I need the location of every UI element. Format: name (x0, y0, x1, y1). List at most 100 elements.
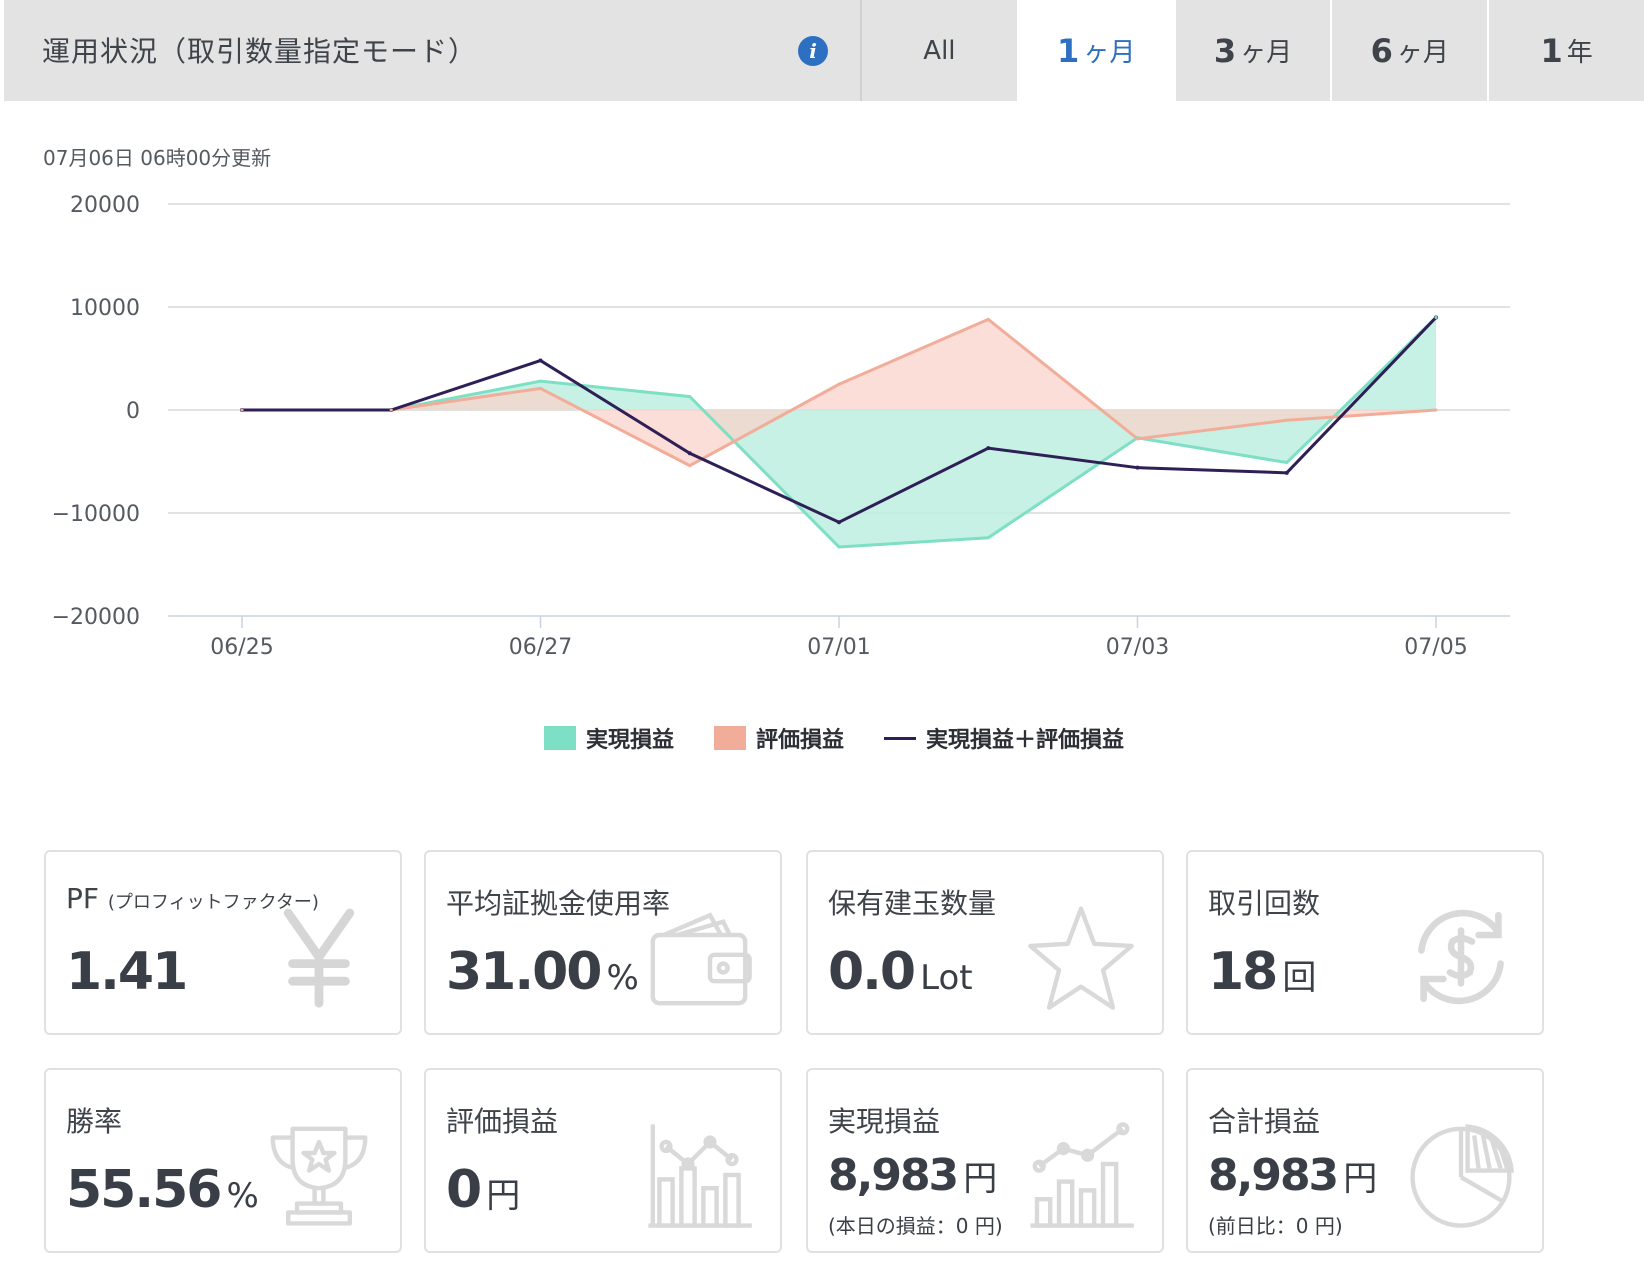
wallet-icon (650, 912, 752, 1006)
point-unrealized (1136, 437, 1139, 441)
tab-1-year[interactable]: 1年 (1487, 0, 1644, 101)
x-tick-label: 06/25 (210, 635, 273, 660)
stat-value-number: 0.0 (828, 942, 916, 1002)
point-unrealized (240, 408, 244, 412)
stat-label: 評価損益 (446, 1105, 559, 1138)
point-total (1284, 470, 1289, 475)
stat-label: 平均証拠金使用率 (446, 887, 671, 920)
stat-value-number: 0 (446, 1160, 482, 1220)
x-tick-label: 07/03 (1106, 635, 1169, 660)
stat-label-text: PF (66, 882, 99, 915)
tab-3-months[interactable]: 3 ヶ月 (1173, 0, 1331, 101)
panel-header: 運用状況（取引数量指定モード） i All 1 ヶ月 3 ヶ月 6 ヶ月 1年 (4, 0, 1644, 101)
point-unrealized (688, 464, 692, 468)
legend-label: 実現損益＋評価損益 (926, 728, 1125, 753)
stat-note: (本日の損益：0 円) (828, 1214, 1003, 1238)
point-realized (986, 536, 990, 540)
tab-unit: ヶ月 (1396, 38, 1449, 68)
point-realized (688, 395, 692, 399)
stat-value: 0.0 Lot (828, 942, 973, 1002)
performance-panel: 運用状況（取引数量指定モード） i All 1 ヶ月 3 ヶ月 6 ヶ月 1年 07月… (4, 0, 1644, 1266)
stat-label: 実現損益 (828, 1105, 941, 1138)
point-unrealized (1434, 408, 1438, 412)
point-unrealized (837, 382, 841, 386)
y-tick-label: 0 (126, 399, 140, 424)
y-tick-label: −10000 (52, 502, 140, 527)
y-tick-label: 10000 (70, 296, 140, 321)
stat-card-realized-pnl: 実現損益 8,983 円 (本日の損益：0 円) (806, 1068, 1164, 1253)
point-realized (1285, 461, 1289, 465)
stat-note: (前日比：0 円) (1208, 1214, 1343, 1238)
stat-card-total-pnl: 合計損益 8,983 円 (前日比：0 円) (1186, 1068, 1544, 1253)
stat-card-trade-count: 取引回数 18 回 (1186, 850, 1544, 1035)
tab-unit: ヶ月 (1083, 38, 1136, 68)
legend-unrealized[interactable]: 評価損益 (713, 722, 844, 754)
star-icon (1028, 906, 1134, 1010)
stat-value-number: 55.56 (66, 1160, 222, 1220)
point-realized (837, 545, 841, 549)
legend-swatch-realized (543, 726, 576, 750)
point-total (837, 520, 841, 525)
stat-value-number: 1.41 (66, 942, 188, 1002)
tab-1-month[interactable]: 1 ヶ月 (1016, 0, 1174, 101)
point-total (687, 451, 692, 456)
pie-chart-icon (1410, 1124, 1515, 1228)
legend-label: 評価損益 (755, 728, 844, 753)
page-title: 運用状況（取引数量指定モード） (42, 35, 478, 68)
stat-value-number: 8,983 (1208, 1150, 1339, 1201)
growth-chart-icon (1030, 1122, 1134, 1228)
tab-number: 6 (1370, 31, 1393, 70)
yen-icon (283, 908, 355, 1008)
stat-value: 8,983 円 (1208, 1150, 1377, 1201)
stat-label: 合計損益 (1208, 1105, 1321, 1138)
tab-unit: ヶ月 (1240, 38, 1293, 68)
trophy-icon (270, 1126, 368, 1226)
stat-value: 31.00% (446, 942, 639, 1002)
stat-value: 8,983 円 (828, 1150, 997, 1201)
point-unrealized (539, 386, 542, 390)
point-realized (1434, 315, 1438, 319)
point-unrealized (389, 408, 393, 412)
stat-label: 取引回数 (1208, 887, 1321, 920)
legend-swatch-unrealized (713, 726, 746, 750)
stat-value-number: 8,983 (828, 1150, 959, 1201)
x-tick-label: 07/05 (1404, 635, 1467, 660)
pnl-chart: 20000 10000 0 −10000 −20000 06/25 06/27 07/01 07… (4, 180, 1644, 770)
stat-value-number: 31.00 (446, 942, 602, 1002)
stat-value: 0円 (446, 1160, 520, 1220)
info-icon[interactable]: i (798, 36, 828, 66)
point-total (538, 358, 543, 363)
legend-total[interactable]: 実現損益＋評価損益 (884, 722, 1124, 754)
stat-unit: % (606, 958, 639, 998)
updated-timestamp: 07月06日 06時00分更新 (43, 146, 272, 170)
stat-card-pf: PF (プロフィットファクター) 1.41 (44, 850, 402, 1035)
tab-6-months[interactable]: 6 ヶ月 (1330, 0, 1488, 101)
x-tick-label: 07/01 (807, 635, 870, 660)
stat-value: 55.56% (66, 1160, 259, 1220)
tab-all[interactable]: All (860, 0, 1017, 101)
stat-card-open-positions: 保有建玉数量 0.0 Lot (806, 850, 1164, 1035)
stat-unit: % (226, 1176, 259, 1216)
legend-swatch-total (884, 736, 916, 740)
stat-unit: Lot (920, 958, 973, 998)
tab-number: 1 (1540, 31, 1563, 70)
dollar-exchange-icon (1418, 909, 1504, 1005)
tab-number: 1 (1057, 31, 1080, 70)
stat-label: 保有建玉数量 (828, 887, 997, 920)
legend-realized[interactable]: 実現損益 (543, 722, 674, 754)
x-tick-label: 06/27 (509, 635, 572, 660)
y-tick-label: 20000 (70, 193, 140, 218)
stat-label: 勝率 (66, 1105, 123, 1138)
title-bar: 運用状況（取引数量指定モード） i (4, 0, 860, 101)
legend-label: 実現損益 (585, 728, 674, 753)
point-unrealized (1285, 418, 1289, 422)
y-tick-label: −20000 (52, 605, 140, 630)
point-unrealized (986, 317, 990, 321)
tab-label: All (923, 35, 956, 66)
stat-value: 1.41 (66, 942, 188, 1002)
bar-line-chart-icon (648, 1124, 752, 1228)
stat-value: 18 回 (1208, 942, 1316, 1002)
period-tabs: All 1 ヶ月 3 ヶ月 6 ヶ月 1年 (860, 0, 1644, 101)
chart-legend: 実現損益 評価損益 実現損益＋評価損益 (4, 722, 1644, 754)
stat-unit: 円 (1343, 1159, 1378, 1199)
